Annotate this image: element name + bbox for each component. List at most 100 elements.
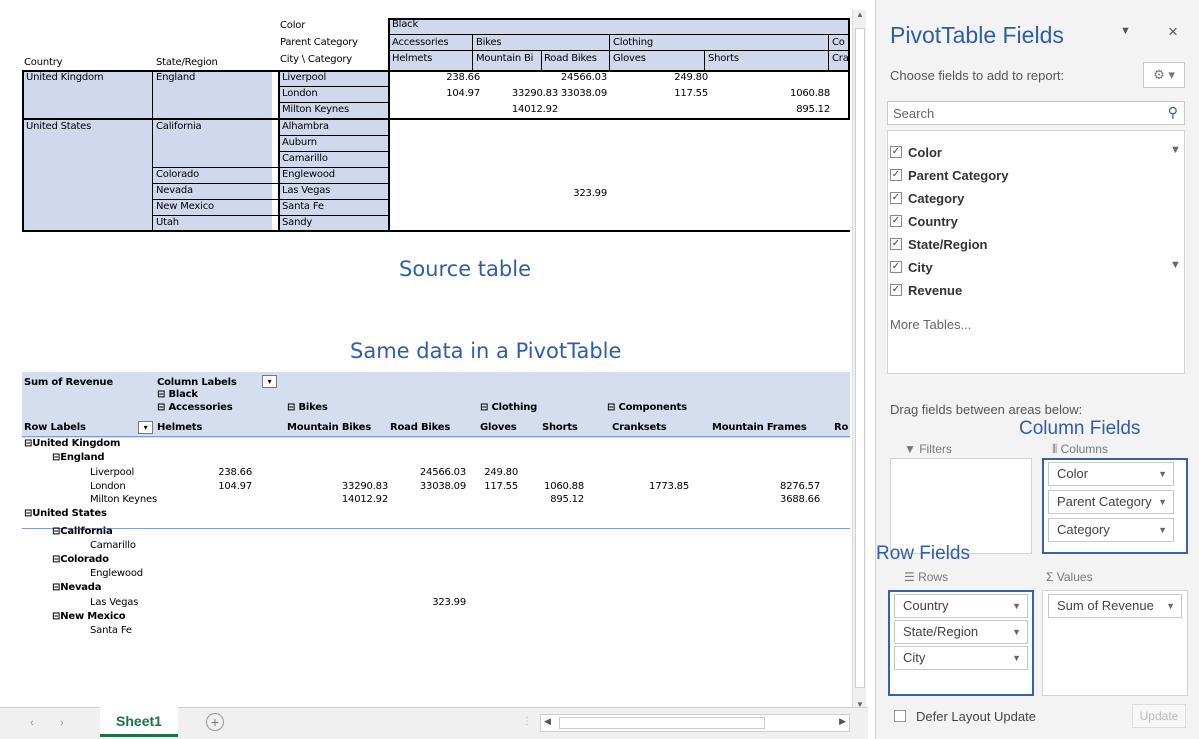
- checkbox-checked-icon[interactable]: ✓: [890, 284, 902, 296]
- scroll-up-icon[interactable]: ▲: [855, 10, 865, 20]
- london-row: London: [90, 481, 126, 492]
- search-input[interactable]: Search: [893, 106, 934, 121]
- defer-checkbox[interactable]: [894, 710, 906, 722]
- value-cell: 238.66: [446, 72, 480, 83]
- row-state: Colorado: [156, 169, 200, 180]
- col-shorts: Shorts: [542, 422, 578, 433]
- columns-pill-parent-category[interactable]: Parent Category ▼: [1048, 490, 1174, 514]
- border: [278, 86, 388, 87]
- search-box[interactable]: Search ⚲: [887, 101, 1185, 125]
- row-state: Utah: [156, 217, 179, 228]
- color-header: Color: [280, 20, 306, 31]
- pivot-value: 323.99: [432, 597, 466, 608]
- columns-pill-category[interactable]: Category ▼: [1048, 518, 1174, 542]
- components-text: Components: [618, 402, 687, 413]
- chevron-down-icon[interactable]: ▼: [1158, 463, 1167, 485]
- col-gloves: Gloves: [480, 422, 517, 433]
- update-button[interactable]: Update: [1132, 704, 1186, 728]
- row-city: Las Vegas: [282, 185, 331, 196]
- col-road-bikes: Road Bikes: [390, 422, 451, 433]
- checkbox-checked-icon[interactable]: ✓: [890, 261, 902, 273]
- split-handle-icon[interactable]: ⋮: [522, 716, 532, 727]
- gear-icon[interactable]: ⚙ ▾: [1143, 62, 1185, 88]
- checkbox-checked-icon[interactable]: ✓: [890, 146, 902, 158]
- chevron-down-icon[interactable]: ▼: [1012, 621, 1021, 643]
- checkbox-checked-icon[interactable]: ✓: [890, 192, 902, 204]
- value-cell: 14012.92: [511, 104, 558, 115]
- field-label: Category: [908, 190, 965, 206]
- close-icon[interactable]: ×: [1168, 22, 1178, 42]
- pivot-value: 33038.09: [419, 481, 466, 492]
- field-parent-category[interactable]: ✓ Parent Category: [890, 164, 1008, 186]
- california-row[interactable]: ⊟California: [52, 526, 113, 537]
- row-city: Sandy: [282, 217, 313, 228]
- california-text: California: [60, 526, 113, 537]
- chevron-down-icon[interactable]: ▼: [1166, 595, 1175, 617]
- pivot-value: 238.66: [218, 467, 252, 478]
- border: [278, 151, 388, 152]
- column-filter-icon[interactable]: ▾: [262, 375, 277, 388]
- us-row[interactable]: ⊟United States: [24, 508, 107, 519]
- row-fields-caption: Row Fields: [876, 543, 970, 564]
- chevron-down-icon[interactable]: ▼: [1158, 491, 1167, 513]
- uk-row[interactable]: ⊟United Kingdom: [24, 438, 120, 449]
- field-label: City: [908, 259, 933, 275]
- border: [278, 102, 388, 103]
- filter-icon: ▼: [1170, 259, 1181, 271]
- scroll-right-icon[interactable]: ▶: [839, 716, 846, 727]
- divider: [22, 528, 850, 529]
- pill-label: City: [903, 650, 926, 665]
- tab-sheet1[interactable]: Sheet1: [100, 707, 178, 737]
- checkbox-checked-icon[interactable]: ✓: [890, 169, 902, 181]
- values-pill-sum-of-revenue[interactable]: Sum of Revenue ▼: [1048, 594, 1182, 618]
- columns-pill-color[interactable]: Color ▼: [1048, 462, 1174, 486]
- row-filter-icon[interactable]: ▾: [138, 421, 153, 434]
- field-label: Parent Category: [908, 167, 1009, 183]
- field-label: Country: [908, 213, 958, 229]
- parent-bikes: Bikes: [476, 37, 502, 48]
- components-label: ⊟ Components: [607, 402, 687, 413]
- pivot-value: 33290.83: [341, 481, 388, 492]
- nevada-row[interactable]: ⊟Nevada: [52, 582, 102, 593]
- field-country[interactable]: ✓ Country: [890, 210, 958, 232]
- row-country: United States: [26, 121, 92, 132]
- field-color[interactable]: ✓ Color: [890, 141, 942, 163]
- row-city: Englewood: [282, 169, 335, 180]
- columns-text: Columns: [1060, 442, 1108, 456]
- chevron-down-icon[interactable]: ▼: [1158, 519, 1167, 541]
- filters-area[interactable]: [890, 458, 1032, 554]
- rows-pill-city[interactable]: City ▼: [894, 646, 1028, 670]
- scroll-left-icon[interactable]: ◀: [544, 716, 551, 727]
- h-scroll-thumb[interactable]: [559, 717, 765, 729]
- prev-sheet-icon[interactable]: ‹: [30, 717, 34, 729]
- rows-pill-country[interactable]: Country ▼: [894, 594, 1028, 618]
- values-label: Σ Values: [1046, 570, 1093, 584]
- search-icon[interactable]: ⚲: [1168, 104, 1178, 121]
- checkbox-checked-icon[interactable]: ✓: [890, 215, 902, 227]
- row-city: Auburn: [282, 137, 317, 148]
- horizontal-scrollbar[interactable]: ◀ ▶: [540, 714, 850, 732]
- field-state-region[interactable]: ✓ State/Region: [890, 233, 987, 255]
- chevron-down-icon[interactable]: ▼: [1012, 647, 1021, 669]
- more-tables-link[interactable]: More Tables...: [890, 317, 971, 332]
- pill-label: Color: [1057, 466, 1089, 481]
- field-city[interactable]: ✓ City: [890, 256, 933, 278]
- add-sheet-icon[interactable]: +: [206, 713, 224, 731]
- pane-options-icon[interactable]: ▼: [1120, 25, 1131, 37]
- chevron-down-icon[interactable]: ▼: [1012, 595, 1021, 617]
- sheet-vertical-scrollbar[interactable]: ▲ ▼: [852, 10, 866, 715]
- col-road-frames: Ro: [834, 422, 849, 433]
- england-row[interactable]: ⊟England: [52, 452, 105, 463]
- field-category[interactable]: ✓ Category: [890, 187, 964, 209]
- colorado-row[interactable]: ⊟Colorado: [52, 554, 109, 565]
- border: [541, 50, 542, 70]
- pivot-caption: Same data in a PivotTable: [350, 339, 622, 363]
- field-revenue[interactable]: ✓ Revenue: [890, 279, 962, 301]
- checkbox-checked-icon[interactable]: ✓: [890, 238, 902, 250]
- pivot-value: 1773.85: [649, 481, 689, 492]
- rows-pill-state-region[interactable]: State/Region ▼: [894, 620, 1028, 644]
- next-sheet-icon[interactable]: ›: [60, 717, 64, 729]
- newmexico-row[interactable]: ⊟New Mexico: [52, 611, 126, 622]
- england-text: England: [60, 452, 105, 463]
- scroll-thumb[interactable]: [855, 28, 865, 688]
